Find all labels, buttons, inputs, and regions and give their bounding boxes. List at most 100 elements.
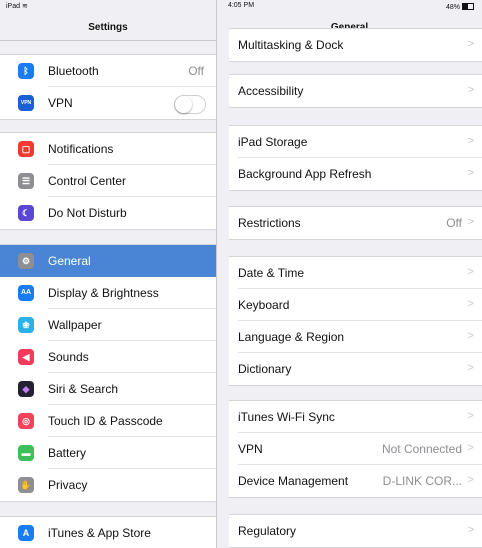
status-bar: iPad ≋ 4:05 PM 48% [0, 0, 482, 14]
notifications-icon: ▢ [18, 141, 34, 157]
status-time: 4:05 PM [227, 2, 255, 9]
wallpaper-icon: ❀ [18, 317, 34, 333]
restrictions-status: Off [446, 216, 462, 230]
sidebar-item-label: VPN [48, 96, 73, 110]
sidebar-item-label: Wallpaper [48, 318, 102, 332]
row-label: Date & Time [238, 266, 305, 280]
gear-icon: ⚙ [18, 253, 34, 269]
sidebar-item-label: Control Center [48, 174, 127, 188]
chevron-right-icon: > [467, 410, 474, 422]
battery-percent: 48% [445, 4, 460, 11]
moon-icon: ☾ [18, 205, 34, 221]
battery-icon [462, 3, 474, 10]
sidebar-item-vpn[interactable]: VPN VPN [0, 87, 216, 119]
chevron-right-icon: > [467, 362, 474, 374]
vpn-toggle[interactable] [174, 95, 206, 114]
sidebar-item-label: Notifications [48, 142, 114, 156]
sidebar-item-label: General [48, 254, 91, 268]
row-label: Dictionary [238, 362, 292, 376]
sidebar-item-sounds[interactable]: ◀ Sounds [0, 341, 216, 373]
sidebar-item-battery[interactable]: ▬ Battery [0, 437, 216, 469]
row-label: Language & Region [238, 330, 345, 344]
sidebar-item-control-center[interactable]: ☰ Control Center [0, 165, 216, 197]
app-store-icon: A [18, 525, 34, 541]
settings-sidebar: Settings ᛒ Bluetooth Off VPN VPN ▢ Notif… [0, 0, 217, 548]
sidebar-group-stores: A iTunes & App Store [0, 516, 216, 548]
sidebar-item-label: Battery [48, 446, 87, 460]
row-label: Restrictions [238, 216, 301, 230]
general-group-regulatory: Regulatory > [229, 514, 482, 548]
general-row-keyboard[interactable]: Keyboard > [229, 289, 482, 321]
general-row-regulatory[interactable]: Regulatory > [229, 515, 482, 547]
general-row-itunes-wifi-sync[interactable]: iTunes Wi-Fi Sync > [229, 401, 482, 433]
sidebar-item-wallpaper[interactable]: ❀ Wallpaper [0, 309, 216, 341]
general-group-restrictions: Restrictions Off > [229, 206, 482, 240]
general-row-language-region[interactable]: Language & Region > [229, 321, 482, 353]
sidebar-item-siri-search[interactable]: ◆ Siri & Search [0, 373, 216, 405]
device-management-profile: D-LINK COR... [382, 474, 462, 488]
row-label: iTunes Wi-Fi Sync [238, 410, 335, 424]
sidebar-group-notifications: ▢ Notifications ☰ Control Center ☾ Do No… [0, 132, 216, 230]
speaker-icon: ◀ [18, 349, 34, 365]
sidebar-item-touch-id[interactable]: ◎ Touch ID & Passcode [0, 405, 216, 437]
general-row-accessibility[interactable]: Accessibility > [229, 75, 482, 107]
general-row-device-management[interactable]: Device Management D-LINK COR... > [229, 465, 482, 497]
sidebar-item-privacy[interactable]: ✋ Privacy [0, 469, 216, 501]
chevron-right-icon: > [467, 84, 474, 96]
chevron-right-icon: > [467, 167, 474, 179]
row-label: Accessibility [238, 84, 304, 98]
sidebar-item-display-brightness[interactable]: AA Display & Brightness [0, 277, 216, 309]
general-row-date-time[interactable]: Date & Time > [229, 257, 482, 289]
row-label: Keyboard [238, 298, 290, 312]
general-row-background-app-refresh[interactable]: Background App Refresh > [229, 158, 482, 190]
bluetooth-icon: ᛒ [18, 63, 34, 79]
vpn-status: Not Connected [381, 442, 462, 456]
row-label: VPN [238, 442, 263, 456]
general-group-sync: iTunes Wi-Fi Sync > VPN Not Connected > … [229, 400, 482, 498]
row-label: Multitasking & Dock [238, 38, 344, 52]
general-row-restrictions[interactable]: Restrictions Off > [229, 207, 482, 239]
general-group-locale: Date & Time > Keyboard > Language & Regi… [229, 256, 482, 386]
chevron-right-icon: > [467, 135, 474, 147]
chevron-right-icon: > [467, 442, 474, 454]
control-center-icon: ☰ [18, 173, 34, 189]
sidebar-item-label: Display & Brightness [48, 286, 159, 300]
sidebar-item-general[interactable]: ⚙ General [0, 245, 216, 277]
sidebar-group-device: ⚙ General AA Display & Brightness ❀ Wall… [0, 244, 216, 502]
chevron-right-icon: > [467, 266, 474, 278]
row-label: Regulatory [238, 524, 297, 538]
general-group-storage: iPad Storage > Background App Refresh > [229, 125, 482, 191]
chevron-right-icon: > [467, 216, 474, 228]
vpn-icon: VPN [18, 95, 34, 111]
row-label: iPad Storage [238, 135, 308, 149]
sidebar-item-notifications[interactable]: ▢ Notifications [0, 133, 216, 165]
general-row-ipad-storage[interactable]: iPad Storage > [229, 126, 482, 158]
sidebar-item-label: Bluetooth [48, 64, 99, 78]
toggle-knob [175, 96, 192, 113]
sidebar-nav-divider [0, 40, 216, 41]
general-row-vpn[interactable]: VPN Not Connected > [229, 433, 482, 465]
hand-icon: ✋ [18, 477, 34, 493]
siri-icon: ◆ [18, 381, 34, 397]
sidebar-item-itunes-app-store[interactable]: A iTunes & App Store [0, 517, 216, 548]
general-group-accessibility: Accessibility > [229, 74, 482, 108]
chevron-right-icon: > [467, 298, 474, 310]
status-battery: 48% [446, 2, 474, 11]
row-label: Device Management [238, 474, 349, 488]
sidebar-title: Settings [88, 22, 128, 33]
sidebar-item-do-not-disturb[interactable]: ☾ Do Not Disturb [0, 197, 216, 229]
chevron-right-icon: > [467, 330, 474, 342]
sidebar-item-label: Touch ID & Passcode [48, 414, 163, 428]
sidebar-group-connectivity: ᛒ Bluetooth Off VPN VPN [0, 54, 216, 120]
general-row-multitasking-dock[interactable]: Multitasking & Dock > [229, 29, 482, 61]
sidebar-item-label: Sounds [48, 350, 89, 364]
general-row-dictionary[interactable]: Dictionary > [229, 353, 482, 385]
display-icon: AA [18, 285, 34, 301]
sidebar-item-label: Do Not Disturb [48, 206, 127, 220]
sidebar-item-bluetooth[interactable]: ᛒ Bluetooth Off [0, 55, 216, 87]
sidebar-item-label: iTunes & App Store [48, 526, 151, 540]
bluetooth-status: Off [188, 64, 204, 78]
row-label: Background App Refresh [238, 167, 372, 181]
sidebar-item-label: Privacy [48, 478, 88, 492]
sidebar-item-label: Siri & Search [48, 382, 119, 396]
